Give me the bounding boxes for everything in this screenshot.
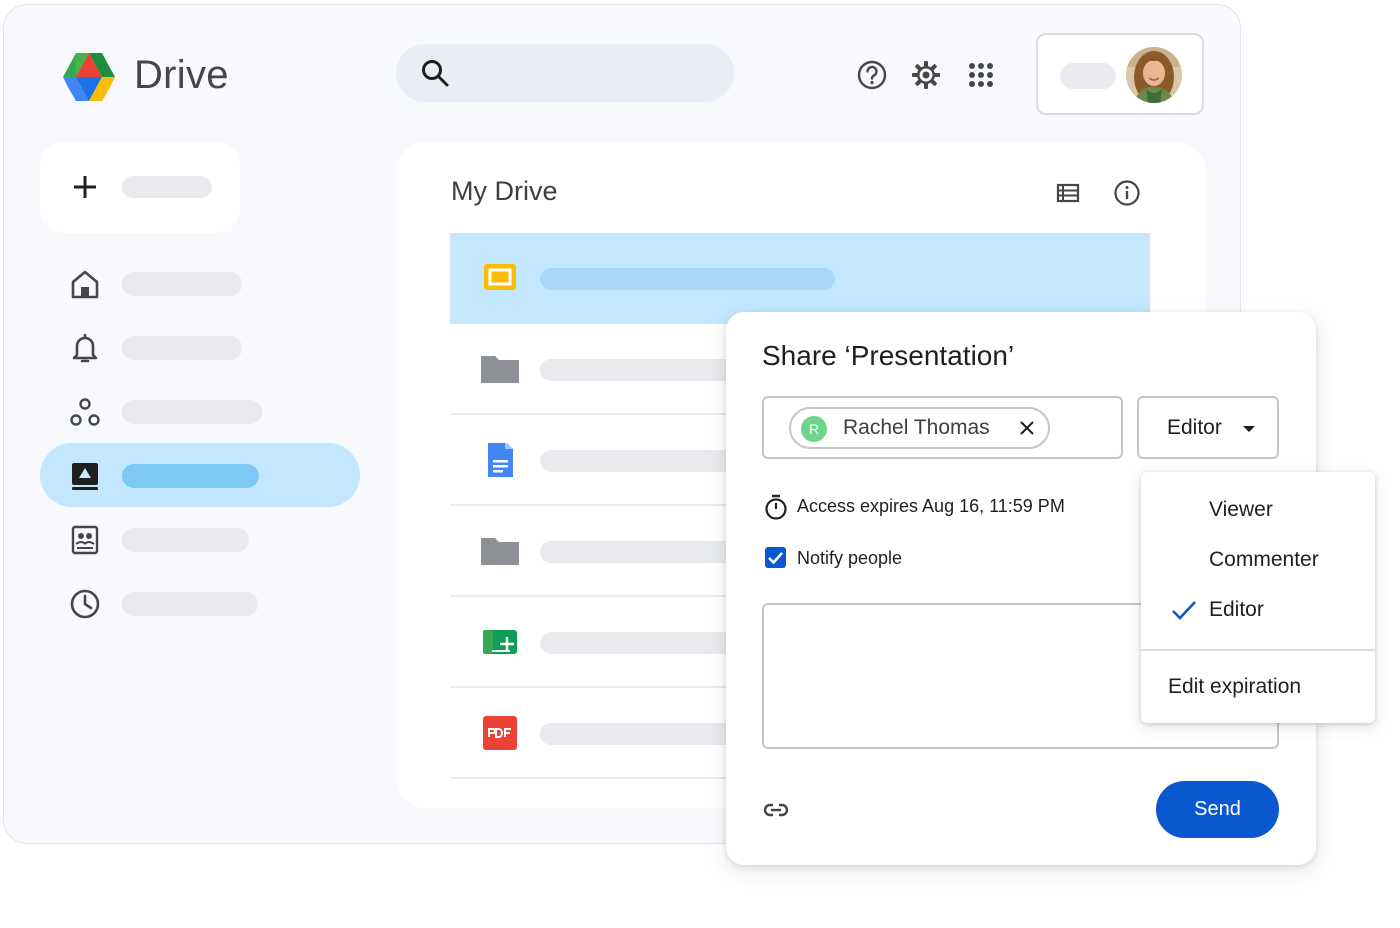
recent-icon: [70, 589, 100, 619]
sidebar-item-shared-drives[interactable]: [40, 379, 360, 443]
timer-icon: [765, 494, 787, 520]
recipient-avatar: R: [801, 416, 827, 442]
sidebar-item-shared-with-me[interactable]: [40, 507, 360, 571]
account-switcher[interactable]: [1036, 33, 1204, 115]
role-dropdown[interactable]: Editor: [1137, 396, 1279, 459]
home-icon: [71, 270, 99, 299]
sidebar-label-placeholder: [122, 464, 259, 488]
folder-icon: [481, 538, 519, 565]
menu-item-label: Commenter: [1209, 548, 1319, 571]
sheets-file-icon: [483, 630, 517, 654]
file-row[interactable]: [450, 233, 1150, 324]
menu-divider: [1141, 649, 1375, 651]
role-dropdown-label: Editor: [1167, 416, 1222, 439]
caret-down-icon: [1243, 426, 1255, 432]
app-name: Drive: [134, 53, 229, 97]
sidebar-label-placeholder: [122, 336, 242, 360]
share-dialog-title: Share ‘Presentation’: [762, 340, 1015, 371]
menu-item-editor[interactable]: Editor: [1141, 585, 1375, 635]
sidebar-item-home[interactable]: [40, 251, 360, 315]
list-view-icon[interactable]: [1053, 178, 1083, 208]
avatar[interactable]: [1126, 47, 1182, 103]
sidebar-label-placeholder: [122, 592, 258, 616]
sidebar-item-notifications[interactable]: [40, 315, 360, 379]
menu-item-commenter[interactable]: Commenter: [1141, 535, 1375, 585]
access-expiry-text: Access expires Aug 16, 11:59 PM: [797, 496, 1065, 516]
my-drive-icon: [72, 463, 98, 490]
help-icon[interactable]: [856, 59, 888, 91]
menu-item-label: Editor: [1209, 598, 1264, 621]
new-button[interactable]: [40, 142, 240, 233]
info-icon[interactable]: [1112, 178, 1142, 208]
slides-file-icon: [484, 264, 516, 290]
menu-item-edit-expiration[interactable]: Edit expiration: [1141, 662, 1375, 712]
drive-logo-icon: [63, 53, 115, 101]
menu-item-viewer[interactable]: Viewer: [1141, 485, 1375, 535]
folder-icon: [481, 356, 519, 383]
add-people-field[interactable]: R Rachel Thomas: [762, 396, 1123, 459]
role-menu: Viewer Commenter Editor Edit expiration: [1141, 472, 1375, 723]
notifications-icon: [72, 334, 98, 363]
settings-icon[interactable]: [910, 59, 942, 91]
checkmark-icon: [1172, 601, 1196, 620]
new-button-label-placeholder: [122, 176, 212, 198]
file-name-placeholder: [540, 268, 835, 290]
sidebar-label-placeholder: [122, 528, 249, 552]
menu-item-label: Edit expiration: [1168, 675, 1302, 698]
close-icon[interactable]: [1019, 420, 1035, 436]
notify-label: Notify people: [797, 548, 903, 568]
sidebar-item-my-drive[interactable]: [40, 443, 360, 507]
recipient-name: Rachel Thomas: [843, 416, 990, 439]
sidebar-label-placeholder: [122, 272, 242, 296]
apps-grid-icon[interactable]: [965, 59, 997, 91]
shared-with-me-icon: [71, 525, 99, 555]
send-button[interactable]: Send: [1156, 781, 1279, 838]
search-bar[interactable]: [396, 44, 734, 102]
plus-icon: [74, 176, 96, 198]
docs-file-icon: [488, 443, 513, 477]
page-title: My Drive: [451, 176, 558, 206]
link-icon[interactable]: [762, 796, 790, 824]
account-name-placeholder: [1060, 63, 1116, 89]
menu-item-label: Viewer: [1209, 498, 1273, 521]
sidebar-item-recent[interactable]: [40, 571, 360, 635]
notify-checkbox[interactable]: [765, 547, 786, 568]
search-icon: [422, 60, 449, 87]
recipient-chip[interactable]: R Rachel Thomas: [789, 407, 1050, 449]
sidebar-label-placeholder: [122, 400, 262, 424]
pdf-file-icon: [483, 716, 517, 750]
shared-drives-icon: [70, 398, 100, 426]
